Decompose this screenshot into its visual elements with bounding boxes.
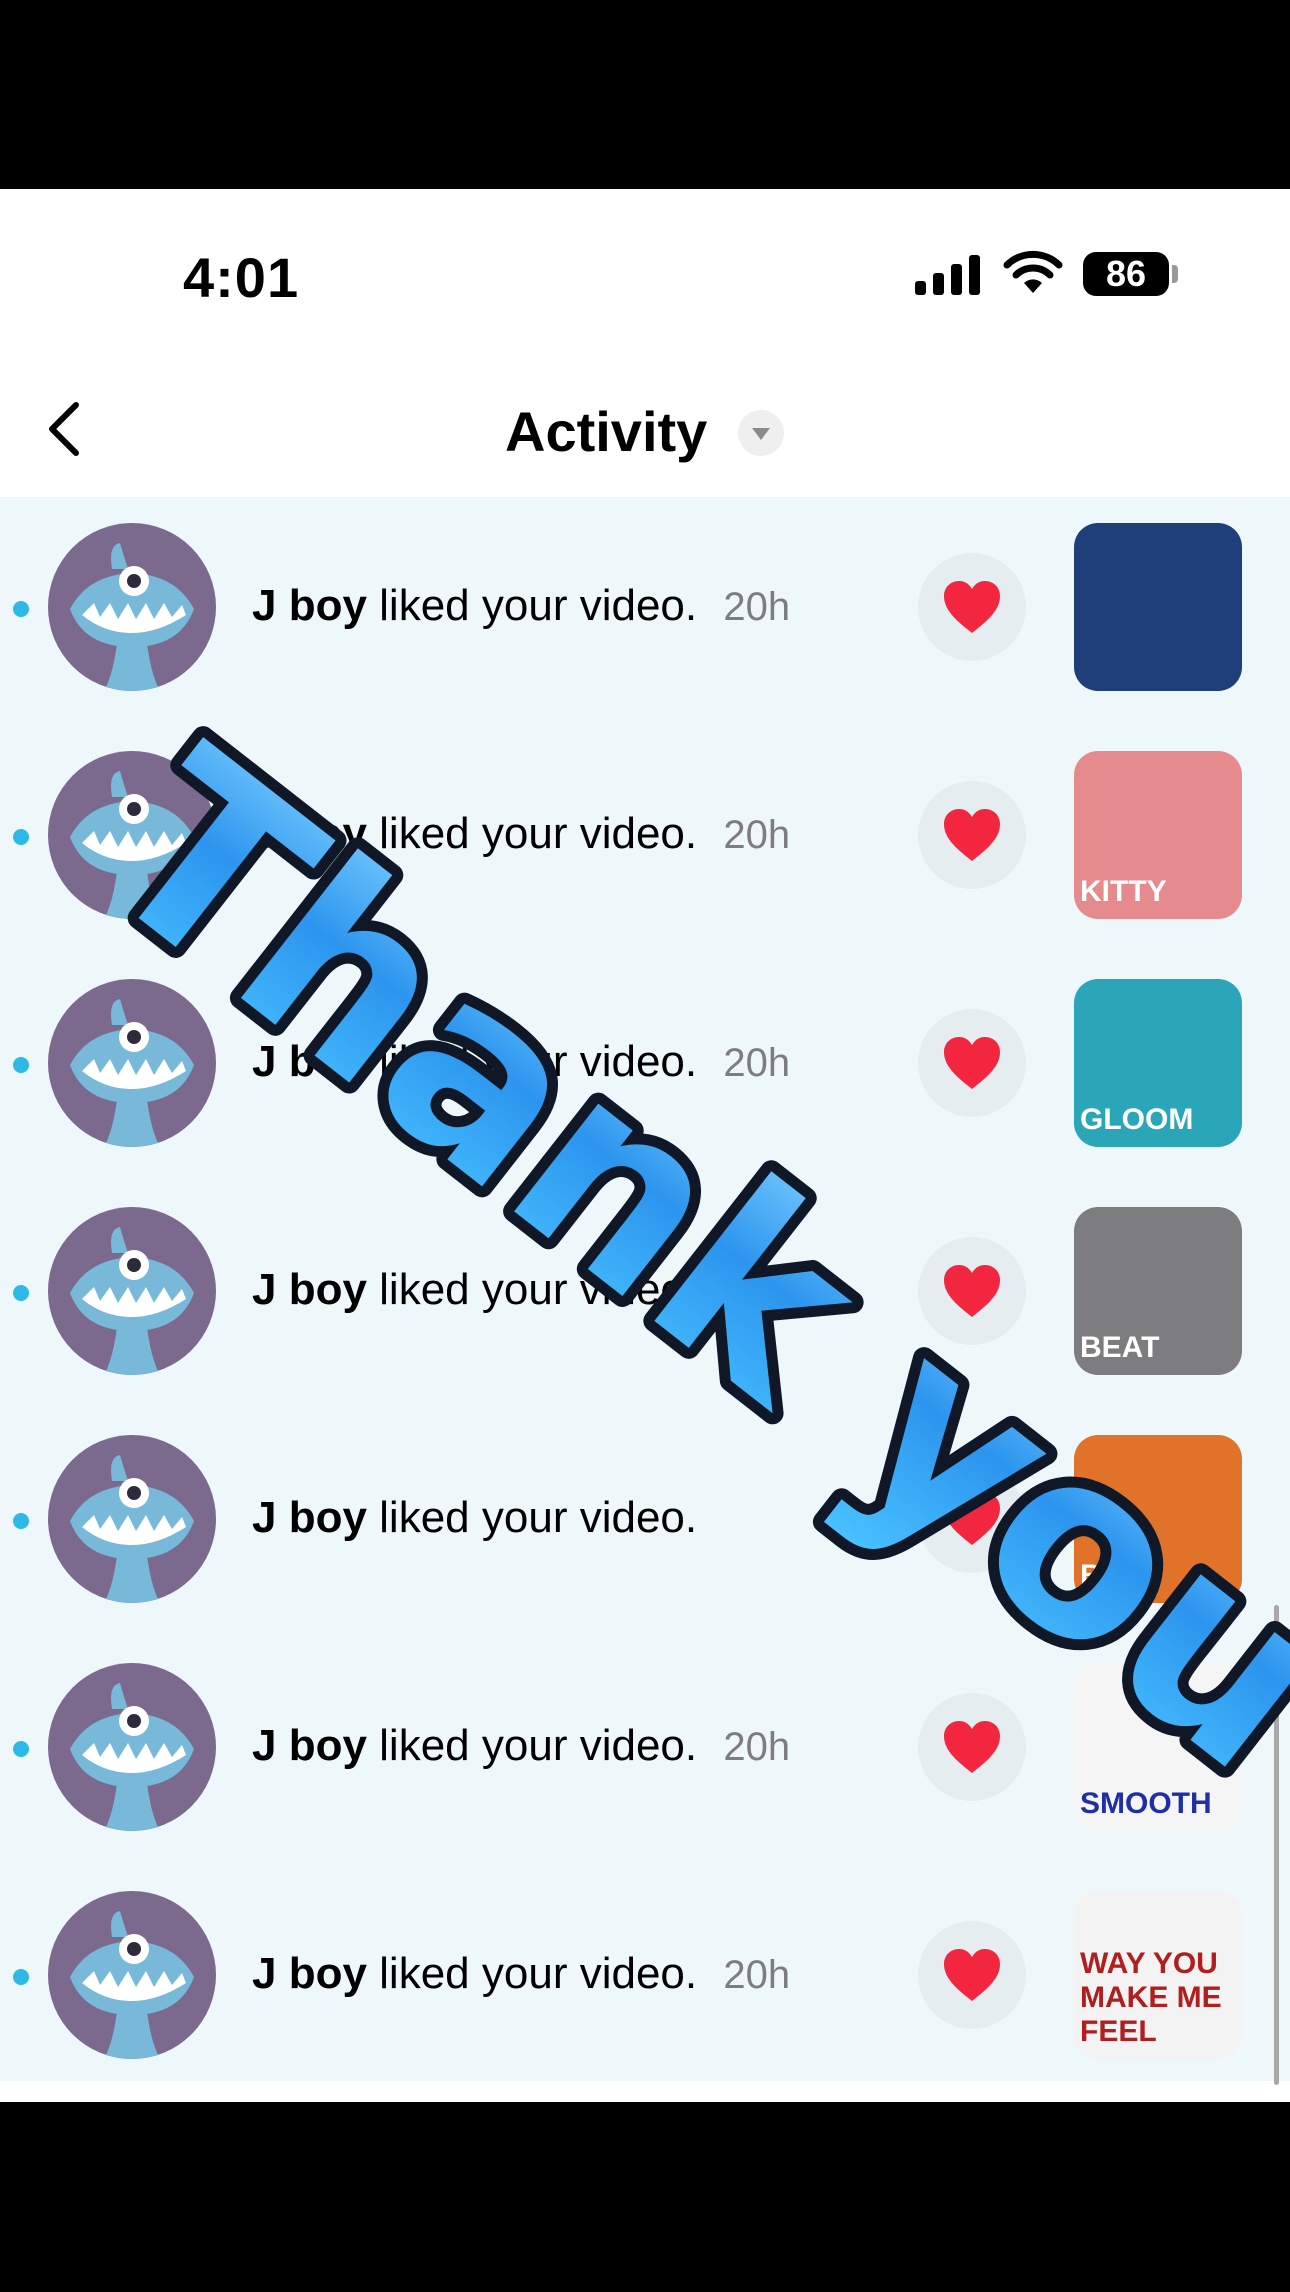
monster-avatar-icon: [70, 771, 194, 919]
unread-dot: [13, 1513, 29, 1529]
battery-indicator: 86: [1083, 252, 1169, 296]
video-thumbnail[interactable]: BEAT: [1074, 1207, 1242, 1375]
video-thumbnail[interactable]: [1074, 523, 1242, 691]
thumbnail-caption: WAY YOU MAKE ME FEEL: [1080, 1947, 1222, 2048]
action-text: liked your video.: [379, 1721, 698, 1770]
like-button[interactable]: [918, 1009, 1026, 1117]
activity-list: J boy liked your video. 20h J boy liked …: [0, 497, 1290, 2081]
activity-text: J boy liked your video. 20h: [252, 1037, 790, 1087]
thumbnail-caption: Billie: [1080, 1559, 1152, 1592]
timestamp: 20h: [723, 813, 791, 857]
timestamp: 20h: [723, 585, 791, 629]
action-text: liked your video.: [379, 581, 698, 630]
thumbnail-caption: GLOOM: [1080, 1103, 1194, 1136]
timestamp: 20h: [723, 1269, 791, 1313]
video-thumbnail[interactable]: WAY YOU MAKE ME FEEL: [1074, 1891, 1242, 2059]
avatar[interactable]: [48, 523, 216, 691]
activity-row[interactable]: J boy liked your video. Billie: [0, 1409, 1290, 1637]
avatar[interactable]: [48, 979, 216, 1147]
action-text: liked your video.: [379, 1949, 698, 1998]
battery-tip: [1172, 265, 1178, 283]
activity-text: J boy liked your video. 20h: [252, 581, 790, 631]
action-text: liked your video.: [379, 1037, 698, 1086]
heart-icon: [944, 1493, 1000, 1545]
monster-avatar-icon: [70, 999, 194, 1147]
user-name[interactable]: J boy: [252, 809, 367, 858]
monster-avatar-icon: [70, 1911, 194, 2059]
video-thumbnail[interactable]: GLOOM: [1074, 979, 1242, 1147]
activity-row[interactable]: J boy liked your video. 20h BEAT: [0, 1181, 1290, 1409]
wifi-icon: [1003, 250, 1063, 293]
avatar[interactable]: [48, 1207, 216, 1375]
user-name[interactable]: J boy: [252, 1037, 367, 1086]
timestamp: 20h: [723, 1041, 791, 1085]
activity-row[interactable]: J boy liked your video. 20h WAY YOU MAKE…: [0, 1865, 1290, 2093]
unread-dot: [13, 1969, 29, 1985]
monster-avatar-icon: [70, 1227, 194, 1375]
activity-text: J boy liked your video. 20h: [252, 1949, 790, 1999]
back-button[interactable]: [40, 399, 90, 459]
thumbnail-caption: SMOOTH: [1080, 1787, 1212, 1820]
avatar[interactable]: [48, 1663, 216, 1831]
like-button[interactable]: [918, 781, 1026, 889]
activity-row[interactable]: J boy liked your video. 20h GLOOM: [0, 953, 1290, 1181]
user-name[interactable]: J boy: [252, 581, 367, 630]
page-title[interactable]: Activity: [505, 399, 707, 464]
user-name[interactable]: J boy: [252, 1265, 367, 1314]
unread-dot: [13, 1057, 29, 1073]
thumbnail-caption: BEAT: [1080, 1331, 1160, 1364]
user-name[interactable]: J boy: [252, 1493, 367, 1542]
activity-text: J boy liked your video.: [252, 1493, 711, 1543]
chevron-down-icon[interactable]: [738, 410, 784, 456]
status-time: 4:01: [183, 246, 300, 309]
action-text: liked your video.: [379, 1265, 698, 1314]
video-thumbnail[interactable]: Billie: [1074, 1435, 1242, 1603]
like-button[interactable]: [918, 1693, 1026, 1801]
like-button[interactable]: [918, 1465, 1026, 1573]
unread-dot: [13, 1285, 29, 1301]
timestamp: 20h: [723, 1725, 791, 1769]
activity-text: J boy liked your video. 20h: [252, 1265, 790, 1315]
unread-dot: [13, 829, 29, 845]
activity-row[interactable]: J boy liked your video. 20h: [0, 497, 1290, 725]
like-button[interactable]: [918, 1921, 1026, 2029]
monster-avatar-icon: [70, 1455, 194, 1603]
unread-dot: [13, 601, 29, 617]
app-screen: 4:01 86 Activity J boy liked your video.…: [0, 189, 1290, 2102]
heart-icon: [944, 581, 1000, 633]
action-text: liked your video.: [379, 809, 698, 858]
like-button[interactable]: [918, 553, 1026, 661]
heart-icon: [944, 1721, 1000, 1773]
thumbnail-caption: KITTY: [1080, 875, 1167, 908]
activity-row[interactable]: J boy liked your video. 20h SMOOTH: [0, 1637, 1290, 1865]
scrollbar[interactable]: [1274, 1605, 1279, 2085]
activity-text: J boy liked your video. 20h: [252, 1721, 790, 1771]
heart-icon: [944, 1949, 1000, 2001]
monster-avatar-icon: [70, 543, 194, 691]
user-name[interactable]: J boy: [252, 1721, 367, 1770]
monster-avatar-icon: [70, 1683, 194, 1831]
activity-row[interactable]: J boy liked your video. 20h KITTY: [0, 725, 1290, 953]
activity-text: J boy liked your video. 20h: [252, 809, 790, 859]
heart-icon: [944, 1037, 1000, 1089]
avatar[interactable]: [48, 751, 216, 919]
avatar[interactable]: [48, 1891, 216, 2059]
unread-dot: [13, 1741, 29, 1757]
action-text: liked your video.: [379, 1493, 698, 1542]
video-thumbnail[interactable]: SMOOTH: [1074, 1663, 1242, 1831]
heart-icon: [944, 1265, 1000, 1317]
user-name[interactable]: J boy: [252, 1949, 367, 1998]
video-thumbnail[interactable]: KITTY: [1074, 751, 1242, 919]
heart-icon: [944, 809, 1000, 861]
avatar[interactable]: [48, 1435, 216, 1603]
timestamp: 20h: [723, 1953, 791, 1997]
like-button[interactable]: [918, 1237, 1026, 1345]
cellular-signal-icon: [915, 255, 981, 295]
